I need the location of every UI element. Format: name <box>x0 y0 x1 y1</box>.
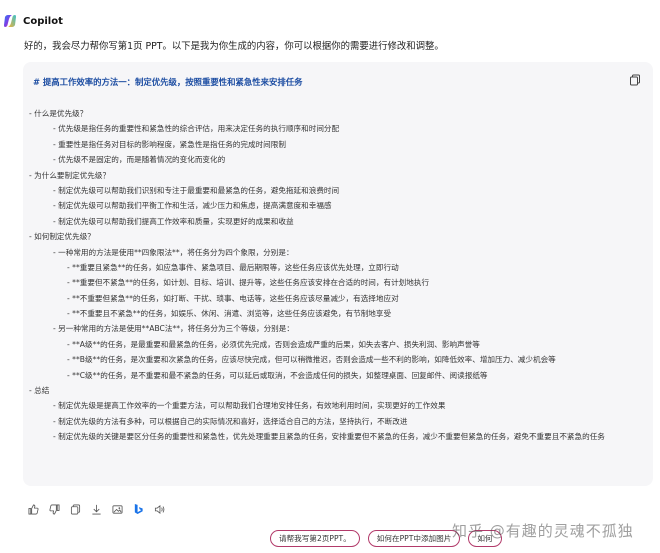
copy-code-icon[interactable] <box>629 74 641 86</box>
response-toolbar <box>27 503 165 515</box>
code-line: - **不重要且不紧急**的任务，如娱乐、休闲、消遣、浏览等，这些任务应该避免，… <box>67 309 392 319</box>
code-line: - 什么是优先级？ <box>29 109 88 118</box>
code-line: - 另一种常用的方法是使用**ABC法**，将任务分为三个等级，分别是： <box>53 324 294 334</box>
code-block-title: # 提高工作效率的方法一：制定优先级，按照重要性和紧急性来安排任务 <box>33 77 303 87</box>
app-header: Copilot <box>3 12 63 30</box>
code-block-lines: - 什么是优先级？ - 优先级是指任务的重要性和紧急性的综合评估，用来决定任务的执… <box>29 106 645 443</box>
copy-icon[interactable] <box>69 503 81 515</box>
watermark: 知乎 @有趣的灵魂不孤独 <box>452 522 634 540</box>
code-block: # 提高工作效率的方法一：制定优先级，按照重要性和紧急性来安排任务 - 什么是优… <box>23 62 653 486</box>
code-line: - 优先级不是固定的，而是随着情况的变化而变化的 <box>53 155 226 165</box>
code-line: - **A级**的任务，是最重要和最紧急的任务，必须优先完成，否则会造成严重的后… <box>67 339 480 349</box>
thumbs-down-icon[interactable] <box>48 503 60 515</box>
code-line: - **不重要但紧急**的任务，如打断、干扰、琐事、电话等，这些任务应该尽量减少… <box>67 293 399 303</box>
response-intro: 好的，我会尽力帮你写第1页 PPT。以下是我为你生成的内容，你可以根据你的需要进… <box>24 41 444 52</box>
code-line: - 一种常用的方法是使用**四象限法**，将任务分为四个象限，分别是： <box>53 247 294 257</box>
code-line: - 制定优先级的方法有多种，可以根据自己的实际情况和喜好，选择适合自己的方法，坚… <box>53 416 408 426</box>
code-line: - **重要但不紧急**的任务，如计划、目标、培训、提升等，这些任务应该安排在合… <box>67 278 430 288</box>
code-line: - **B级**的任务，是次重要和次紧急的任务，应该尽快完成，但可以稍微推迟，否… <box>67 355 556 365</box>
code-line: - 制定优先级可以帮助我们提高工作效率和质量，实现更好的成果和收益 <box>53 216 294 226</box>
speaker-icon[interactable] <box>153 503 165 515</box>
code-line: - 制定优先级可以帮助我们识别和专注于最重要和最紧急的任务，避免拖延和浪费时间 <box>53 185 340 195</box>
code-line: - 制定优先级可以帮助我们平衡工作和生活，减少压力和焦虑，提高满意度和幸福感 <box>53 201 332 211</box>
app-name: Copilot <box>23 15 63 27</box>
thumbs-up-icon[interactable] <box>27 503 39 515</box>
code-line: - **重要且紧急**的任务，如应急事件、紧急项目、最后期限等，这些任务应该优先… <box>67 262 399 272</box>
image-icon[interactable] <box>111 503 123 515</box>
code-line: - 为什么要制定优先级？ <box>29 170 111 180</box>
suggestion-chip[interactable]: 请帮我写第2页PPT。 <box>270 530 360 547</box>
code-line: - 重要性是指任务对目标的影响程度，紧急性是指任务的完成时间限制 <box>53 139 286 149</box>
code-line: - 如何制定优先级？ <box>29 232 95 242</box>
code-line: - 优先级是指任务的重要性和紧急性的综合评估，用来决定任务的执行顺序和时间分配 <box>53 124 340 134</box>
code-line: - 制定优先级的关键是要区分任务的重要性和紧急性，优先处理重要且紧急的任务，安排… <box>53 432 605 442</box>
copilot-logo-icon <box>4 15 16 27</box>
bing-icon[interactable] <box>132 503 144 515</box>
code-line: - 总结 <box>29 386 50 396</box>
suggestion-chip[interactable]: 如何在PPT中添加图片 <box>367 530 461 547</box>
code-line: - 制定优先级是提高工作效率的一个重要方法，可以帮助我们合理地安排任务，有效地利… <box>53 401 446 411</box>
code-line: - **C级**的任务，是不重要和最不紧急的任务，可以延后或取消，不会造成任何的… <box>67 370 488 380</box>
download-icon[interactable] <box>90 503 102 515</box>
